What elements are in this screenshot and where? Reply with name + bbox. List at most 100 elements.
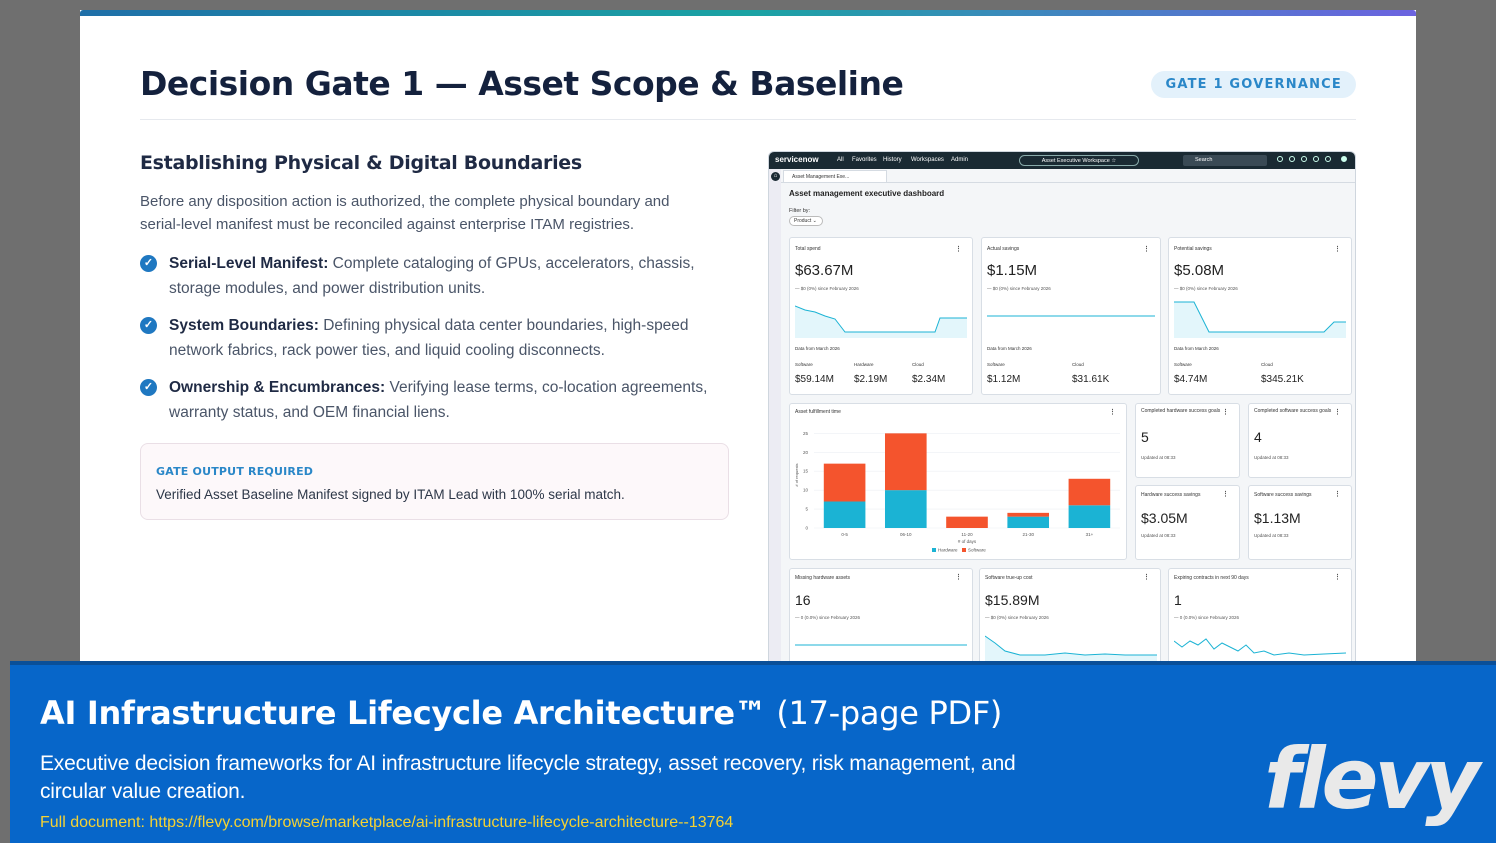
fulfillment-chart-card[interactable]: Asset fulfillment time ⋮ 0 5 10 15 20 25 # of … — [789, 403, 1127, 560]
help-icon[interactable] — [1301, 156, 1307, 162]
goal-card-hardware-savings[interactable]: Hardware success savings ⋮ $3.05M Update… — [1135, 485, 1240, 560]
more-icon[interactable]: ⋮ — [1334, 245, 1341, 253]
bullet-title: Serial-Level Manifest: — [169, 255, 329, 272]
more-icon[interactable]: ⋮ — [1334, 573, 1341, 581]
nav-admin[interactable]: Admin — [951, 157, 968, 163]
goal-card-software[interactable]: Completed software success goals ⋮ 4 Upd… — [1248, 403, 1352, 478]
home-icon[interactable]: ⌂ — [771, 172, 780, 181]
kpi-card-total-spend[interactable]: Total spend ⋮ $63.67M — $0 (0%) since Fe… — [789, 237, 973, 395]
kpi-label: Potential savings — [1174, 246, 1212, 252]
more-icon[interactable]: ⋮ — [955, 573, 962, 581]
bell-icon[interactable] — [1325, 156, 1331, 162]
kpi-value: 1 — [1174, 592, 1182, 608]
bar-hardware — [884, 490, 927, 528]
avatar[interactable] — [1341, 156, 1347, 162]
workspace-sidebar: ⌂ — [769, 169, 781, 669]
chat-icon[interactable] — [1313, 156, 1319, 162]
goal-card-software-savings[interactable]: Software success savings ⋮ $1.13M Update… — [1248, 485, 1352, 560]
more-icon[interactable]: ⋮ — [955, 245, 962, 253]
breakdown-label: Cloud — [912, 362, 924, 367]
more-icon[interactable]: ⋮ — [1334, 490, 1341, 498]
true-up-cost-card[interactable]: Software true-up cost ⋮ $15.89M — $0 (0%… — [979, 568, 1161, 669]
goal-updated: Updated at 08:33 — [1254, 455, 1289, 460]
goal-value: 4 — [1254, 429, 1262, 445]
missing-hardware-card[interactable]: Missing hardware assets ⋮ 16 — 0 (0.0%) … — [789, 568, 973, 669]
kpi-label: Missing hardware assets — [795, 575, 851, 581]
intro-paragraph: Before any disposition action is authori… — [140, 193, 670, 233]
y-axis-label: # of requests — [794, 463, 799, 486]
x-tick-label: 11-20 — [961, 532, 973, 537]
y-tick-label: 15 — [803, 469, 809, 474]
goal-updated: Updated at 08:33 — [1254, 533, 1289, 538]
legend-label: Hardware — [938, 548, 958, 553]
y-tick-label: 20 — [803, 450, 809, 455]
nav-all[interactable]: All — [837, 157, 844, 163]
expiring-contracts-card[interactable]: Expiring contracts in next 90 days ⋮ 1 —… — [1168, 568, 1352, 669]
bar-software — [1068, 478, 1111, 506]
breakdown-label: Software — [1174, 362, 1192, 367]
y-tick-label: 25 — [803, 431, 809, 436]
promo-banner: AI Infrastructure Lifecycle Architecture… — [10, 661, 1496, 843]
x-tick-label: 0-5 — [841, 532, 848, 537]
kpi-delta: — 0 (0.0%) since February 2026 — [795, 615, 861, 620]
product-filter[interactable]: Product ⌄ — [789, 216, 823, 226]
expiring-contracts-sparkline — [1174, 638, 1347, 656]
x-axis-label: # of days — [958, 539, 977, 544]
goal-label: Completed hardware success goals — [1141, 408, 1221, 414]
kpi-label: Software true-up cost — [985, 575, 1033, 581]
goal-card-hardware[interactable]: Completed hardware success goals ⋮ 5 Upd… — [1135, 403, 1240, 478]
breakdown-value: $1.12M — [987, 374, 1021, 385]
true-up-sparkline — [985, 635, 1157, 661]
kpi-data-from: Data from March 2026 — [1174, 346, 1219, 351]
banner-description: Executive decision frameworks for AI inf… — [40, 752, 1016, 803]
more-icon[interactable]: ⋮ — [1334, 408, 1341, 416]
banner-title: AI Infrastructure Lifecycle Architecture… — [40, 694, 1002, 732]
slide-title: Decision Gate 1 — Asset Scope & Baseline — [140, 64, 904, 103]
workspace-pill[interactable]: Asset Executive Workspace ☆ — [1019, 155, 1139, 166]
goal-label: Hardware success savings — [1141, 492, 1201, 498]
more-icon[interactable]: ⋮ — [1143, 245, 1150, 253]
breakdown-label: Cloud — [1261, 362, 1273, 367]
flevy-logo: flevy — [1264, 730, 1480, 828]
legend-swatch — [962, 548, 966, 552]
bullet-list: ✓ Serial-Level Manifest: Complete catalog… — [140, 252, 740, 438]
globe-icon[interactable] — [1277, 156, 1283, 162]
kpi-value: $1.15M — [987, 262, 1038, 279]
kpi-value: 16 — [795, 592, 811, 608]
kpi-value: $63.67M — [795, 262, 854, 279]
search-input[interactable]: Search — [1183, 155, 1267, 166]
kpi-label: Actual savings — [987, 246, 1020, 252]
dashboard-title: Asset management executive dashboard — [789, 189, 945, 198]
kpi-data-from: Data from March 2026 — [987, 346, 1032, 351]
check-circle-icon: ✓ — [140, 317, 157, 334]
star-icon[interactable] — [1289, 156, 1295, 162]
kpi-delta: — $0 (0%) since February 2026 — [795, 286, 859, 291]
x-tick-label: 21-30 — [1022, 532, 1034, 537]
goal-updated: Updated at 08:33 — [1141, 533, 1176, 538]
breakdown-value: $345.21K — [1261, 374, 1304, 385]
nav-workspaces[interactable]: Workspaces — [911, 157, 944, 163]
x-tick-label: 31+ — [1086, 532, 1094, 537]
kpi-value: $5.08M — [1174, 262, 1225, 279]
filter-label: Filter by: — [789, 208, 811, 214]
breakdown-value: $2.34M — [912, 374, 946, 385]
bar-software — [1007, 512, 1050, 517]
gate-output-box: GATE OUTPUT REQUIRED Verified Asset Base… — [140, 443, 729, 520]
servicenow-navbar: servicenow All Favorites History Workspa… — [769, 152, 1355, 169]
kpi-card-potential-savings[interactable]: Potential savings ⋮ $5.08M — $0 (0%) sin… — [1168, 237, 1352, 395]
bar-hardware — [1068, 505, 1111, 528]
bar-software — [823, 463, 866, 502]
fulfillment-bar-chart: 0 5 10 15 20 25 # of requests 0-5 06-10 11-20 21-3… — [794, 431, 1120, 553]
nav-favorites[interactable]: Favorites — [852, 157, 877, 163]
document-link[interactable]: Full document: https://flevy.com/browse/… — [40, 814, 733, 832]
nav-history[interactable]: History — [883, 157, 902, 163]
servicenow-logo: servicenow — [775, 155, 819, 164]
more-icon[interactable]: ⋮ — [1143, 573, 1150, 581]
tab-divider — [781, 182, 1355, 183]
kpi-delta: — 0 (0.0%) since February 2026 — [1174, 615, 1240, 620]
more-icon[interactable]: ⋮ — [1222, 490, 1229, 498]
more-icon[interactable]: ⋮ — [1222, 408, 1229, 416]
check-circle-icon: ✓ — [140, 255, 157, 272]
title-divider — [140, 119, 1356, 120]
kpi-card-actual-savings[interactable]: Actual savings ⋮ $1.15M — $0 (0%) since … — [981, 237, 1161, 395]
